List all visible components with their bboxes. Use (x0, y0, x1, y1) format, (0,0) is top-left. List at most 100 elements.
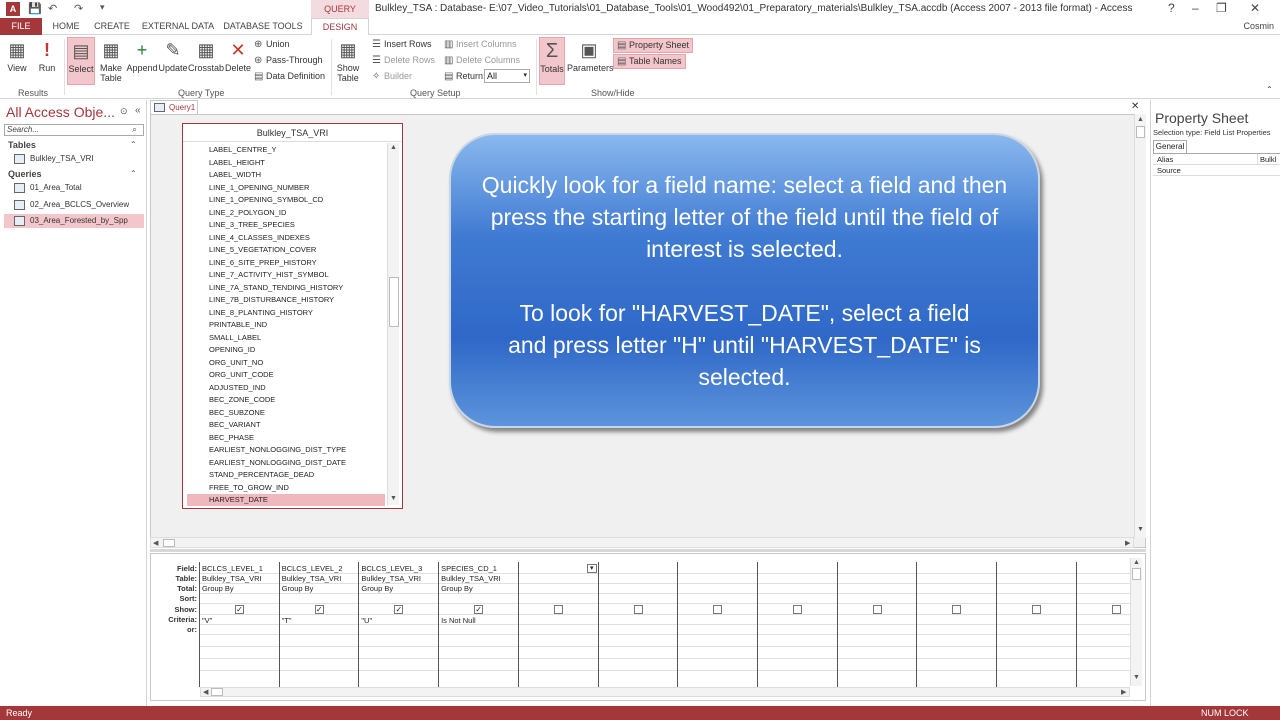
field-list-item[interactable]: LINE_3_TREE_SPECIES (187, 219, 385, 232)
grid-column[interactable] (756, 562, 837, 687)
grid-cell-table[interactable]: Bulkley_TSA_VRI (282, 574, 342, 583)
grid-cell-field[interactable]: SPECIES_CD_1 (441, 564, 497, 573)
union-button[interactable]: ⊕ Union (254, 39, 290, 50)
grid-cell-total[interactable]: Group By (441, 584, 473, 593)
pane-splitter[interactable] (150, 549, 1146, 552)
scroll-up-icon[interactable]: ▲ (1137, 116, 1144, 123)
data-definition-button[interactable]: ▤ Data Definition (254, 71, 325, 82)
scroll-up-icon[interactable]: ▲ (390, 144, 397, 151)
grid-column[interactable] (916, 562, 996, 687)
nav-item-query[interactable]: 02_Area_BCLCS_Overview (4, 198, 144, 212)
run-button[interactable]: ! Run (34, 39, 60, 73)
field-list-item[interactable]: BEC_VARIANT (187, 419, 385, 432)
field-list-item[interactable]: LINE_1_OPENING_SYMBOL_CD (187, 194, 385, 207)
search-icon[interactable]: ⌕ (132, 124, 137, 135)
undo-icon[interactable]: ↶ (48, 2, 57, 15)
grid-cell-table[interactable]: Bulkley_TSA_VRI (441, 574, 501, 583)
field-list-scrollbar[interactable]: ▲ ▼ (387, 143, 399, 505)
scroll-down-icon[interactable]: ▼ (390, 495, 397, 502)
grid-cell-total[interactable]: Group By (282, 584, 314, 593)
show-checkbox[interactable]: ✓ (314, 605, 324, 614)
chevron-up-icon[interactable]: ⌃ (130, 140, 137, 149)
grid-column[interactable] (996, 562, 1076, 687)
field-list-item[interactable]: LINE_7B_DISTURBANCE_HISTORY (187, 294, 385, 307)
return-dropdown[interactable]: All ▾ (484, 69, 530, 83)
property-row-source[interactable]: Source (1153, 165, 1280, 176)
property-row-alias[interactable]: Alias Bulkl (1153, 154, 1280, 165)
scroll-thumb[interactable] (211, 688, 223, 696)
field-list-item[interactable]: LINE_8_PLANTING_HISTORY (187, 307, 385, 320)
scroll-right-icon[interactable]: ▶ (1125, 539, 1130, 547)
field-list-item[interactable]: BEC_PHASE (187, 432, 385, 445)
redo-icon[interactable]: ↷ (74, 2, 83, 15)
builder-button[interactable]: ✧ Builder (372, 71, 412, 82)
help-icon[interactable]: ? (1168, 1, 1175, 15)
table-names-button[interactable]: ▤ Table Names (613, 54, 686, 69)
scroll-thumb[interactable] (1132, 568, 1141, 580)
scroll-thumb[interactable] (389, 277, 399, 327)
field-dropdown-icon[interactable]: ▾ (586, 564, 597, 573)
collapse-ribbon-icon[interactable]: ⌃ (1266, 85, 1273, 94)
field-list-item[interactable]: LABEL_WIDTH (187, 169, 385, 182)
grid-column[interactable]: SPECIES_CD_1 Bulkley_TSA_VRI Group By Is No… (438, 562, 518, 687)
maximize-icon[interactable]: ❐ (1216, 1, 1227, 15)
nav-item-query[interactable]: 01_Area_Total (4, 181, 144, 195)
grid-cell-criteria[interactable]: "V" (202, 616, 212, 625)
show-table-button[interactable]: ▦ Show Table (335, 39, 361, 83)
tab-create[interactable]: CREATE (90, 18, 134, 35)
tab-home[interactable]: HOME (44, 18, 88, 35)
show-checkbox[interactable] (633, 605, 643, 614)
show-checkbox[interactable] (553, 605, 563, 614)
nav-item-query[interactable]: 03_Area_Forested_by_Spp (4, 214, 144, 228)
nav-section-queries[interactable]: Queries (8, 169, 42, 179)
upper-vertical-scrollbar[interactable]: ▲ ▼ (1134, 114, 1146, 538)
field-list-item[interactable]: LINE_1_OPENING_NUMBER (187, 182, 385, 195)
scroll-up-icon[interactable]: ▲ (1133, 559, 1140, 566)
field-list-item[interactable]: EARLIEST_NONLOGGING_DIST_DATE (187, 457, 385, 470)
field-list-item[interactable]: LABEL_CENTRE_Y (187, 144, 385, 157)
field-list-item[interactable]: FREE_TO_GROW_IND (187, 482, 385, 495)
query-design-grid[interactable]: Field: Table: Total: Sort: Show: Criteria: or:… (150, 553, 1146, 701)
nav-pane-title[interactable]: All Access Obje... (6, 104, 115, 120)
chevron-up-icon[interactable]: ⌃ (130, 169, 137, 178)
nav-item-table[interactable]: Bulkley_TSA_VRI (4, 152, 144, 166)
grid-cell-field[interactable]: BCLCS_LEVEL_2 (282, 564, 343, 573)
field-list-item[interactable]: PRINTABLE_IND (187, 319, 385, 332)
show-checkbox[interactable]: ✓ (474, 605, 484, 614)
show-checkbox[interactable]: ✓ (394, 605, 404, 614)
show-checkbox[interactable] (713, 605, 723, 614)
property-sheet-button[interactable]: ▤ Property Sheet (613, 38, 694, 53)
make-table-button[interactable]: ▦ Make Table (98, 39, 124, 83)
scroll-down-icon[interactable]: ▼ (1137, 526, 1144, 533)
grid-vertical-scrollbar[interactable]: ▲ ▼ (1130, 558, 1142, 686)
nav-menu-icon[interactable]: ⊙ (120, 106, 128, 117)
parameters-button[interactable]: ▣ Parameters (567, 39, 614, 73)
field-list-item[interactable]: OPENING_ID (187, 344, 385, 357)
update-button[interactable]: ✎ Update (158, 39, 188, 73)
field-list-item[interactable]: BEC_ZONE_CODE (187, 394, 385, 407)
insert-rows-button[interactable]: ☰ Insert Rows (372, 39, 432, 50)
delete-rows-button[interactable]: ☰ Delete Rows (372, 55, 435, 66)
field-list-item[interactable]: EARLIEST_NONLOGGING_DIST_TYPE (187, 444, 385, 457)
field-list-item[interactable]: LINE_6_SITE_PREP_HISTORY (187, 257, 385, 270)
grid-cell-field[interactable]: BCLCS_LEVEL_3 (361, 564, 422, 573)
grid-column[interactable] (1075, 562, 1156, 687)
show-checkbox[interactable] (1111, 605, 1121, 614)
show-checkbox[interactable] (1032, 605, 1041, 614)
view-button[interactable]: ▦ View (4, 39, 30, 73)
document-tab-query1[interactable]: Query1 (150, 100, 198, 114)
field-list[interactable]: LABEL_CENTRE_Y LABEL_HEIGHT LABEL_WIDTH LIN… (187, 144, 385, 506)
minimize-icon[interactable]: – (1192, 1, 1199, 15)
append-button[interactable]: + Append (126, 39, 158, 73)
upper-horizontal-scrollbar[interactable]: ◀ ▶ (150, 537, 1134, 548)
grid-cell-total[interactable]: Group By (361, 584, 393, 593)
tab-database-tools[interactable]: DATABASE TOOLS (222, 18, 304, 35)
nav-section-tables[interactable]: Tables (8, 140, 36, 150)
grid-column[interactable]: BCLCS_LEVEL_3 Bulkley_TSA_VRI Group By "U" ✓ (358, 562, 438, 687)
close-document-icon[interactable]: ✕ (1131, 101, 1139, 112)
grid-cell-criteria[interactable]: "U" (361, 616, 372, 625)
field-list-item[interactable]: STAND_PERCENTAGE_DEAD (187, 469, 385, 482)
tab-file[interactable]: FILE (0, 18, 42, 35)
grid-cell-table[interactable]: Bulkley_TSA_VRI (361, 574, 421, 583)
show-checkbox[interactable] (792, 605, 802, 614)
